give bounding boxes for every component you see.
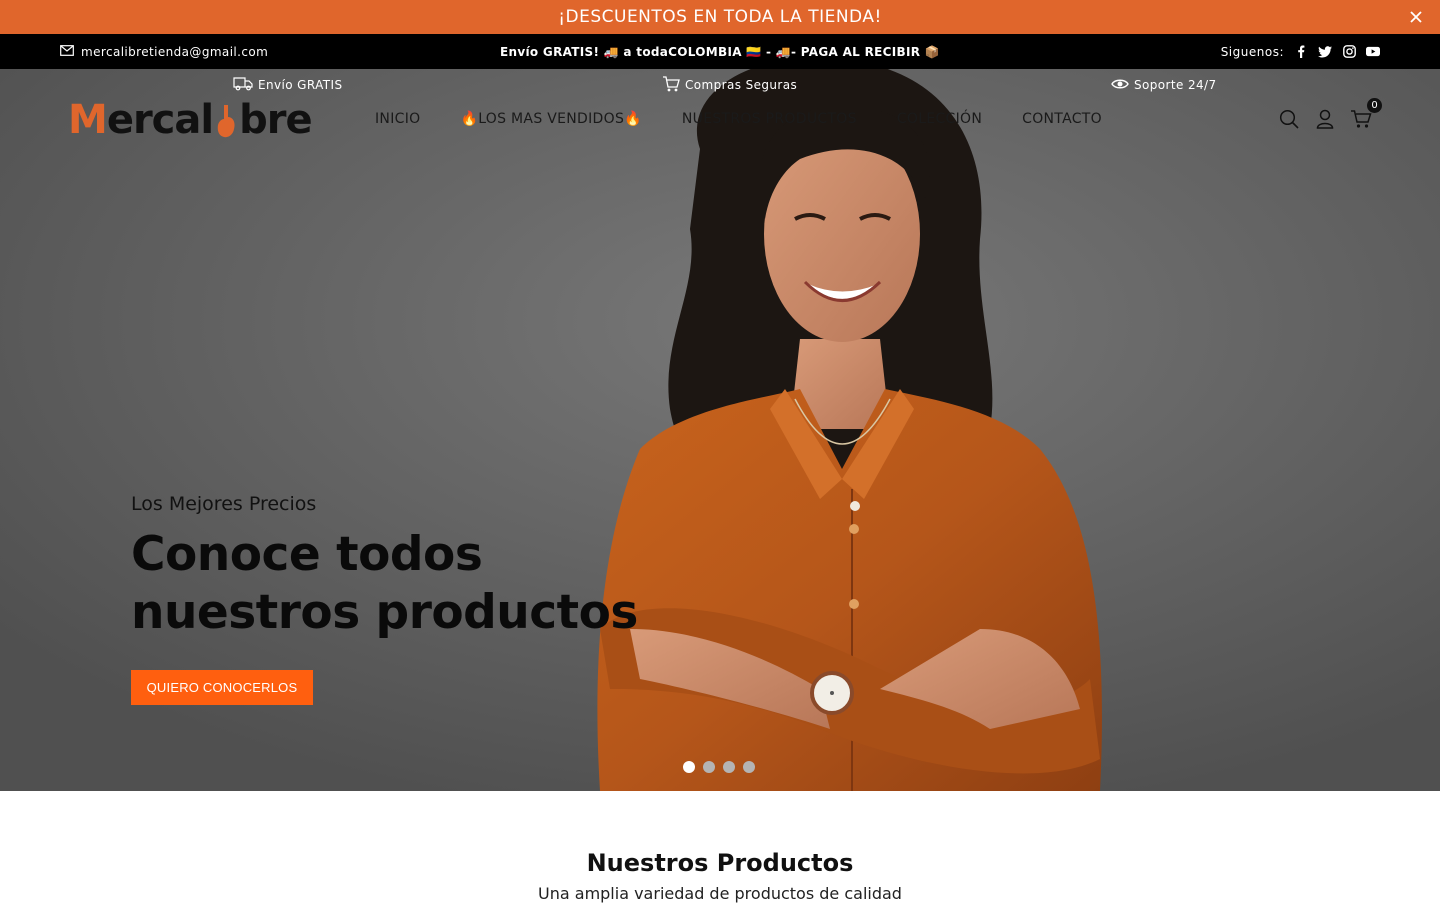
feature-secure: Compras Seguras <box>662 69 797 101</box>
hero-subtitle: Los Mejores Precios <box>131 493 317 515</box>
hero-title: Conoce todos nuestros productos <box>131 527 638 640</box>
email-text: mercalibretienda@gmail.com <box>81 44 269 59</box>
menu-nuestros-productos[interactable]: NUESTROS PRODUCTOS <box>682 111 857 127</box>
slider-dot[interactable] <box>743 761 755 773</box>
facebook-icon[interactable] <box>1294 45 1308 59</box>
section-subtitle: Una amplia variedad de productos de cali… <box>538 884 902 903</box>
truck-icon <box>233 76 253 94</box>
cart-icon <box>662 75 680 95</box>
slider-dot[interactable] <box>723 761 735 773</box>
instagram-icon[interactable] <box>1342 45 1356 59</box>
contact-email[interactable]: mercalibretienda@gmail.com <box>60 34 268 69</box>
mail-icon <box>60 44 74 59</box>
slider-dot[interactable] <box>683 761 695 773</box>
feature-support: Soporte 24/7 <box>1111 69 1217 101</box>
cart-icon[interactable]: 0 <box>1350 98 1382 130</box>
menu-inicio[interactable]: INICIO <box>375 111 420 127</box>
menu-los-mas-vendidos[interactable]: 🔥LOS MAS VENDIDOS🔥 <box>460 111 641 127</box>
menu-coleccion[interactable]: COLECCIÓN <box>897 111 982 127</box>
main-menu: INICIO 🔥LOS MAS VENDIDOS🔥 NUESTROS PRODU… <box>375 101 1142 137</box>
social-label: Siguenos: <box>1220 44 1284 59</box>
youtube-icon[interactable] <box>1366 45 1380 59</box>
promo-text: ¡DESCUENTOS EN TODA LA TIENDA! <box>558 7 882 27</box>
close-icon[interactable] <box>1408 9 1424 25</box>
main-header: Mercal bre INICIO 🔥LOS MAS VENDIDOS🔥 NUE… <box>0 97 1440 143</box>
brand-logo[interactable]: Mercal bre <box>68 97 313 143</box>
eye-icon <box>1111 78 1129 93</box>
hero-cta-button[interactable]: QUIERO CONOCERLOS <box>131 670 313 705</box>
promo-announcement-bar: ¡DESCUENTOS EN TODA LA TIENDA! <box>0 0 1440 34</box>
header-actions: 0 <box>1278 98 1382 137</box>
slider-dot[interactable] <box>703 761 715 773</box>
menu-contacto[interactable]: CONTACTO <box>1022 111 1102 127</box>
hero-slider: Envío GRATIS Compras Seguras Soporte 24/… <box>0 69 1440 791</box>
info-bar: mercalibretienda@gmail.com Envío GRATIS!… <box>0 34 1440 69</box>
search-icon[interactable] <box>1278 108 1300 130</box>
feature-label: Envío GRATIS <box>258 78 343 92</box>
logo-hand-icon <box>214 103 238 138</box>
section-title: Nuestros Productos <box>586 849 854 877</box>
social-links: Siguenos: <box>1221 34 1380 69</box>
twitter-icon[interactable] <box>1318 45 1332 59</box>
slider-pagination <box>683 761 755 773</box>
account-icon[interactable] <box>1314 108 1336 130</box>
feature-label: Soporte 24/7 <box>1134 78 1217 92</box>
cart-count-badge: 0 <box>1367 98 1382 113</box>
feature-label: Compras Seguras <box>685 78 798 92</box>
